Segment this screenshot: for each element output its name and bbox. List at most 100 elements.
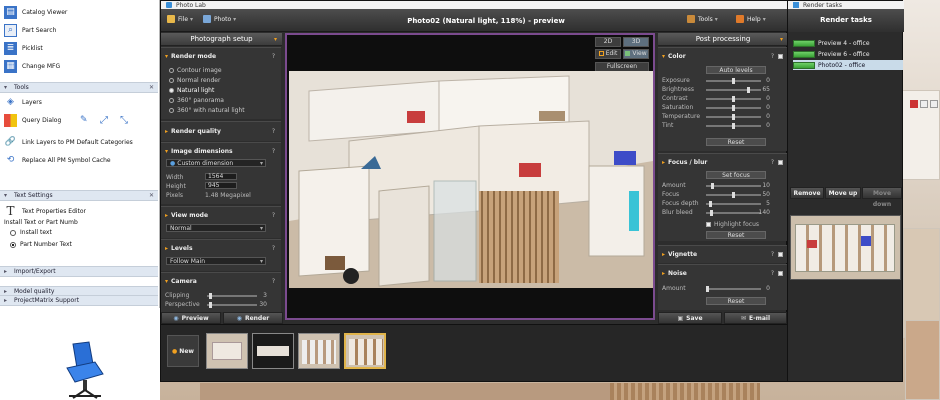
catalog-viewer-item[interactable]: ▤ Catalog Viewer (0, 4, 158, 20)
focus-reset-button[interactable]: Reset (706, 231, 766, 239)
help-question-icon[interactable]: ? (272, 128, 275, 135)
adjustment-slider[interactable] (706, 123, 761, 129)
adjustment-slider[interactable] (706, 105, 761, 111)
post-processing-header[interactable]: Post processing ▾ (658, 33, 788, 46)
text-settings-header[interactable]: ▾ Text Settings ✕ (0, 190, 158, 201)
photo-lab-titlebar[interactable]: Photo Lab (161, 1, 788, 9)
adjustment-slider[interactable] (706, 183, 761, 189)
image-dimensions-title[interactable]: ▾ Image dimensions (165, 148, 233, 155)
view-2d-button[interactable]: 2D (595, 37, 621, 47)
thumbnail-3[interactable] (298, 333, 340, 369)
change-mfg-item[interactable]: ▦ Change MFG (0, 58, 158, 74)
set-focus-button[interactable]: Set focus (706, 171, 766, 179)
dimension-preset-select[interactable]: ● Custom dimension ▾ (166, 159, 266, 167)
width-input[interactable]: 1564 (205, 173, 237, 180)
noise-reset-button[interactable]: Reset (706, 297, 766, 305)
picklist-item[interactable]: ≣ Picklist (0, 40, 158, 56)
view-mode-title[interactable]: ▸ View mode (165, 212, 208, 219)
remove-task-button[interactable]: Remove (790, 187, 824, 199)
noise-title[interactable]: ▸ Noise (662, 270, 687, 277)
import-export-header[interactable]: ▸ Import/Export (0, 266, 158, 277)
task-item[interactable]: Preview 4 - office (793, 38, 903, 48)
slider-knob[interactable] (732, 105, 735, 111)
clipping-slider[interactable] (207, 293, 257, 299)
part-search-item[interactable]: ⌕ Part Search (0, 22, 158, 38)
auto-levels-button[interactable]: Auto levels (706, 66, 766, 74)
slider-knob[interactable] (732, 78, 735, 84)
help-question-icon[interactable]: ? (771, 159, 774, 166)
levels-select[interactable]: Follow Main ▾ (166, 257, 266, 265)
help-question-icon[interactable]: ? (272, 148, 275, 155)
menu-photo[interactable]: Photo ▾ (203, 15, 236, 23)
slider-knob[interactable] (706, 286, 709, 292)
perspective-slider[interactable] (207, 302, 257, 308)
expand-arrows-icon[interactable]: ⤢ (100, 115, 108, 126)
color-enable-checkbox[interactable] (778, 54, 783, 59)
close-icon[interactable]: ✕ (149, 192, 154, 199)
slider-knob[interactable] (711, 183, 714, 189)
render-option-natural-light[interactable]: Natural light (169, 87, 214, 94)
slider-knob[interactable] (732, 192, 735, 198)
adjustment-slider[interactable] (706, 210, 761, 216)
adjustment-slider[interactable] (706, 192, 761, 198)
help-question-icon[interactable]: ? (272, 53, 275, 60)
render-button[interactable]: ◉ Render (223, 312, 283, 324)
new-photo-button[interactable]: ● New (167, 335, 199, 367)
render-mode-title[interactable]: ▾ Render mode (165, 53, 216, 60)
color-reset-button[interactable]: Reset (706, 138, 766, 146)
slider-knob[interactable] (747, 87, 750, 93)
adjustment-slider[interactable] (706, 201, 761, 207)
view-button[interactable]: View (623, 49, 649, 59)
levels-title[interactable]: ▸ Levels (165, 245, 193, 252)
close-icon[interactable]: ✕ (149, 84, 154, 91)
noise-enable-checkbox[interactable] (778, 271, 783, 276)
vignette-title[interactable]: ▸ Vignette (662, 251, 697, 258)
thumbnail-2[interactable] (252, 333, 294, 369)
camera-title[interactable]: ▾ Camera (165, 278, 197, 285)
slider-knob[interactable] (209, 293, 212, 299)
pipette-icon[interactable]: ✎ (80, 115, 88, 125)
render-option-normal[interactable]: Normal render (169, 77, 220, 84)
help-question-icon[interactable]: ? (272, 212, 275, 219)
view-3d-button[interactable]: 3D (623, 37, 649, 47)
move-down-button[interactable]: Move down (862, 187, 902, 208)
save-button[interactable]: ▣ Save (658, 312, 722, 324)
menu-tools[interactable]: Tools ▾ (687, 15, 718, 23)
thumbnail-4-selected[interactable] (344, 333, 386, 369)
view-mode-select[interactable]: Normal ▾ (166, 224, 266, 232)
slider-knob[interactable] (732, 123, 735, 129)
focus-blur-title[interactable]: ▸ Focus / blur (662, 159, 707, 166)
focus-enable-checkbox[interactable] (778, 160, 783, 165)
task-item-selected[interactable]: Photo02 - office (793, 60, 903, 70)
preview-button[interactable]: ◉ Preview (161, 312, 221, 324)
layers-item[interactable]: ◈ Layers (0, 94, 158, 110)
help-question-icon[interactable]: ? (272, 245, 275, 252)
help-question-icon[interactable]: ? (771, 53, 774, 60)
adjustment-slider[interactable] (706, 87, 761, 93)
slider-knob[interactable] (710, 210, 713, 216)
slider-knob[interactable] (732, 96, 735, 102)
vignette-enable-checkbox[interactable] (778, 252, 783, 257)
link-layers-item[interactable]: 🔗 Link Layers to PM Default Categories (0, 134, 158, 150)
tools-section-header[interactable]: ▾ Tools ✕ (0, 82, 158, 93)
adjustment-slider[interactable] (706, 78, 761, 84)
highlight-focus-checkbox[interactable] (706, 222, 711, 227)
adjustment-slider[interactable] (706, 114, 761, 120)
photo-preview-frame[interactable]: 2D 3D Edit View Fullscreen (285, 33, 655, 320)
move-up-button[interactable]: Move up (825, 187, 861, 199)
install-text-radio[interactable]: Install text (10, 229, 52, 236)
slider-knob[interactable] (732, 114, 735, 120)
noise-amount-slider[interactable] (706, 286, 761, 292)
render-tasks-titlebar[interactable]: Render tasks (788, 1, 904, 9)
render-option-panorama-natural[interactable]: 360° with natural light (169, 107, 245, 114)
project-matrix-header[interactable]: ▸ ProjectMatrix Support (0, 295, 158, 306)
color-title[interactable]: ▾ Color (662, 53, 686, 60)
render-option-panorama[interactable]: 360° panorama (169, 97, 224, 104)
menu-file[interactable]: File ▾ (167, 15, 193, 23)
help-question-icon[interactable]: ? (272, 278, 275, 285)
render-quality-title[interactable]: ▸ Render quality (165, 128, 221, 135)
expand-arrows-2-icon[interactable]: ⤡ (120, 115, 128, 126)
photograph-setup-header[interactable]: Photograph setup ▾ (161, 33, 282, 46)
thumbnail-1[interactable] (206, 333, 248, 369)
render-option-contour[interactable]: Contour image (169, 67, 222, 74)
